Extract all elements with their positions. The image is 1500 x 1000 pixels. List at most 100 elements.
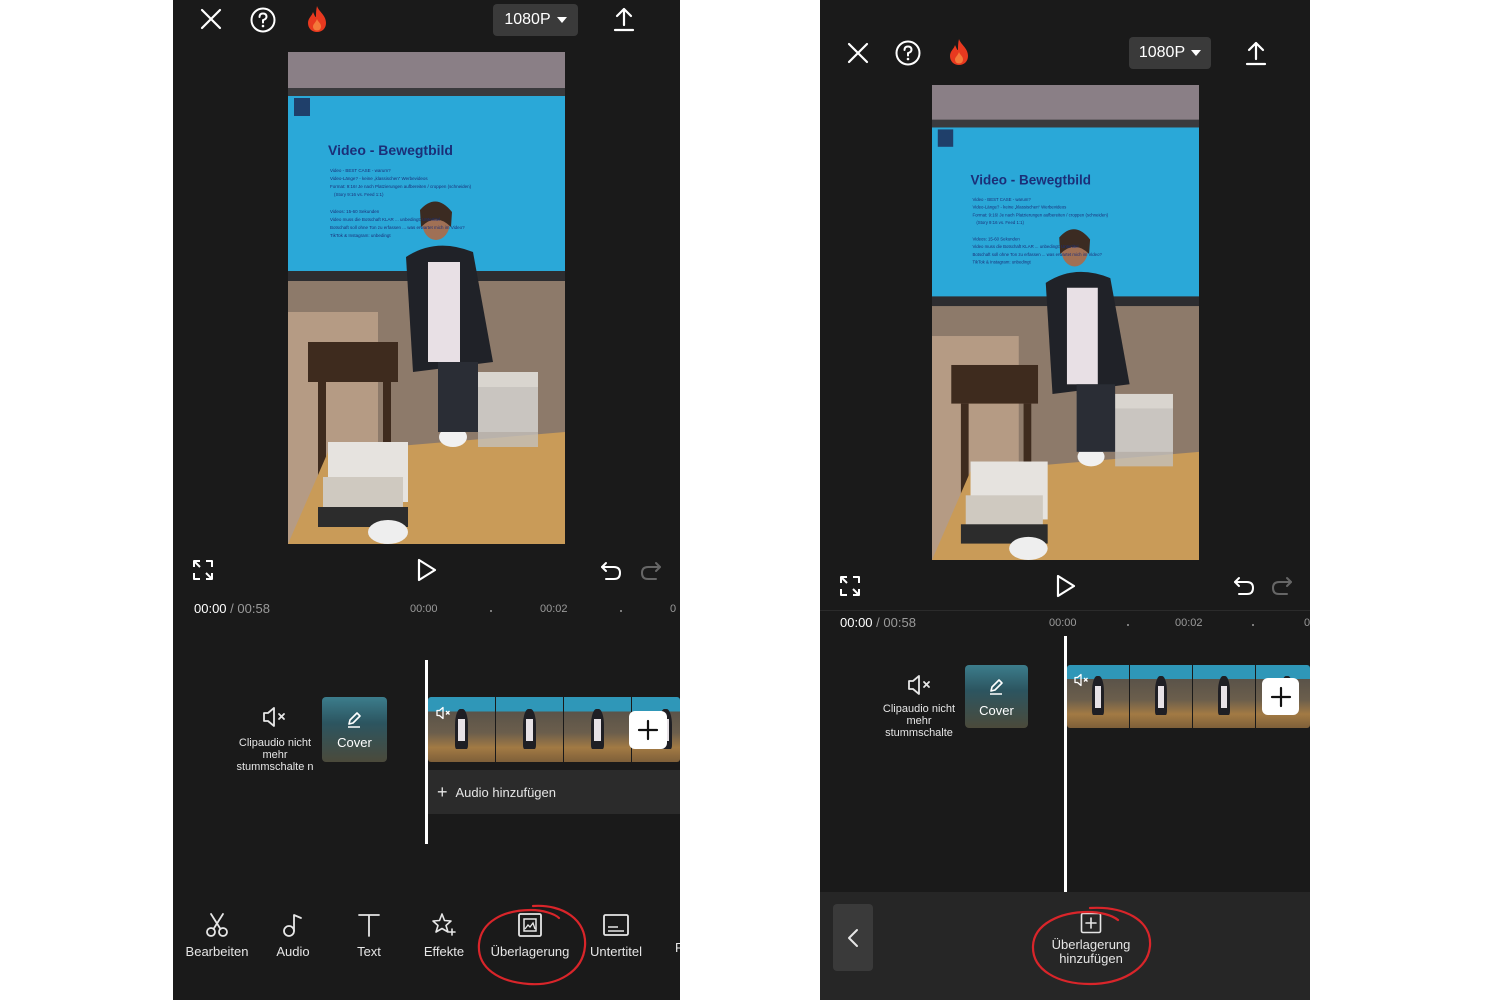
tool-audio[interactable]: Audio <box>263 912 323 959</box>
tool-label: Bearbeiten <box>185 944 249 959</box>
export-icon[interactable] <box>1245 40 1267 66</box>
resolution-dropdown[interactable]: 1080P <box>493 4 578 36</box>
help-icon[interactable] <box>895 40 921 66</box>
video-preview[interactable]: Video - Bewegtbild Video - BEST CASE - w… <box>932 85 1199 560</box>
cover-label: Cover <box>979 703 1014 718</box>
undo-icon[interactable] <box>600 561 622 581</box>
slide-bullet: Videos: 15-60 Sekunden <box>330 209 380 214</box>
tool-label: Text <box>357 944 381 959</box>
ruler-tick: 00:02 <box>1175 617 1203 629</box>
time-display: 00:00 / 00:58 <box>194 601 270 616</box>
current-time: 00:00 <box>194 601 227 616</box>
annotation-circle <box>473 900 591 990</box>
slide-title: Video - Bewegtbild <box>971 172 1091 187</box>
pencil-icon <box>346 711 362 729</box>
slide-bullet: Format: 9:16! Je nach Platzierungen aufb… <box>330 184 472 189</box>
scissors-icon <box>206 913 228 937</box>
slide-bullet: TikTok & Instagram: unbedingt <box>972 260 1031 265</box>
playhead[interactable] <box>1064 636 1067 892</box>
resolution-dropdown[interactable]: 1080P <box>1129 37 1211 69</box>
cover-button[interactable]: Cover <box>322 697 387 762</box>
slide-title: Video - Bewegtbild <box>328 142 453 158</box>
plus-icon: + <box>437 781 448 802</box>
slide-bullet: Video - BEST CASE - warum? <box>330 168 391 173</box>
add-clip-button[interactable] <box>629 711 667 749</box>
ruler-tick-cut: 0 <box>670 603 677 615</box>
tool-cut-label: F <box>675 940 680 955</box>
ruler-dot <box>1252 624 1254 626</box>
total-time: 00:58 <box>237 601 270 616</box>
slide-bullet: Video - BEST CASE - warum? <box>972 197 1031 202</box>
help-icon[interactable] <box>250 7 276 33</box>
add-audio-label: Audio hinzufügen <box>455 784 556 800</box>
slide-bullet: (Story 9:16 vs. Feed 1:1) <box>334 192 384 197</box>
ruler-dot <box>1127 624 1129 626</box>
music-note-icon <box>283 914 302 937</box>
video-preview[interactable]: Video - Bewegtbild Video - BEST CASE - w… <box>288 52 565 544</box>
slide-bullet: Video muss die Botschaft KLAR ... unbedi… <box>972 244 1078 249</box>
mute-icon[interactable] <box>906 674 934 696</box>
slide-bullet: Video muss die Botschaft KLAR ... unbedi… <box>330 217 440 222</box>
subtitle-icon <box>603 914 629 936</box>
ruler-tick: 00:00 <box>1049 617 1077 629</box>
tool-text[interactable]: Text <box>339 912 399 959</box>
play-icon[interactable] <box>1055 574 1077 598</box>
tool-untertitel[interactable]: Untertitel <box>585 912 647 959</box>
text-icon <box>358 914 380 937</box>
ruler-dot <box>490 610 492 612</box>
tool-label: Audio <box>276 944 310 959</box>
mute-clip-audio-label[interactable]: Clipaudio nicht mehr stummschalte n <box>235 737 315 773</box>
plus-icon <box>637 719 659 741</box>
sparkle-icon <box>432 913 456 936</box>
undo-icon[interactable] <box>1233 576 1255 596</box>
flame-icon[interactable] <box>305 5 329 33</box>
current-time: 00:00 <box>840 615 873 630</box>
muted-clip-icon <box>1073 673 1091 687</box>
annotation-circle <box>1028 904 1156 988</box>
slide-bullet: Video-Länge? - keine „klassischen“ Werbe… <box>972 205 1066 210</box>
ruler-tick: 00:02 <box>540 603 568 615</box>
ruler-tick: 00:00 <box>410 603 438 615</box>
ruler-tick-cut: 0 <box>1304 617 1310 629</box>
clip-frame <box>1193 665 1256 728</box>
pencil-icon <box>988 678 1004 696</box>
fullscreen-icon[interactable] <box>192 559 214 581</box>
editor-screen-right: 1080P Video - Bewegtbild Video - BEST CA… <box>820 0 1310 1000</box>
cover-button[interactable]: Cover <box>965 665 1028 728</box>
mute-icon[interactable] <box>261 706 289 728</box>
slide-bullet: Botschaft soll ohne Ton zu erfassen ... … <box>330 225 465 230</box>
mute-clip-audio-label[interactable]: Clipaudio nicht mehr stummschalte <box>879 703 959 739</box>
flame-icon[interactable] <box>947 38 971 66</box>
tool-label: Untertitel <box>589 944 643 959</box>
cover-label: Cover <box>337 735 372 750</box>
redo-icon[interactable] <box>640 561 662 581</box>
add-clip-button[interactable] <box>1262 678 1299 715</box>
total-time: 00:58 <box>883 615 916 630</box>
fullscreen-icon[interactable] <box>839 575 861 597</box>
chevron-left-icon <box>848 928 858 947</box>
tool-effekte[interactable]: Effekte <box>414 912 474 959</box>
export-icon[interactable] <box>613 6 635 32</box>
muted-clip-icon <box>435 706 453 720</box>
back-button[interactable] <box>833 904 873 971</box>
plus-icon <box>1270 686 1291 707</box>
add-audio-track[interactable]: + Audio hinzufügen <box>428 770 680 814</box>
clip-frame <box>564 697 632 762</box>
tool-bearbeiten[interactable]: Bearbeiten <box>183 912 251 959</box>
slide-bullet: Video-Länge? - keine „klassischen“ Werbe… <box>330 176 428 181</box>
playhead[interactable] <box>425 660 428 844</box>
clip-frame <box>1130 665 1193 728</box>
ruler-dot <box>620 610 622 612</box>
time-separator: / <box>876 615 880 630</box>
close-icon[interactable] <box>199 7 223 31</box>
play-icon[interactable] <box>416 558 438 582</box>
time-display: 00:00 / 00:58 <box>840 615 916 630</box>
resolution-label: 1080P <box>504 11 551 28</box>
tool-label: Effekte <box>423 944 465 959</box>
resolution-label: 1080P <box>1138 44 1186 61</box>
redo-icon[interactable] <box>1271 576 1293 596</box>
slide-bullet: Botschaft soll ohne Ton zu erfassen ... … <box>972 252 1102 257</box>
chevron-down-icon <box>1191 50 1202 56</box>
close-icon[interactable] <box>846 41 870 65</box>
slide-bullet: Format: 9:16! Je nach Platzierungen aufb… <box>972 212 1108 217</box>
